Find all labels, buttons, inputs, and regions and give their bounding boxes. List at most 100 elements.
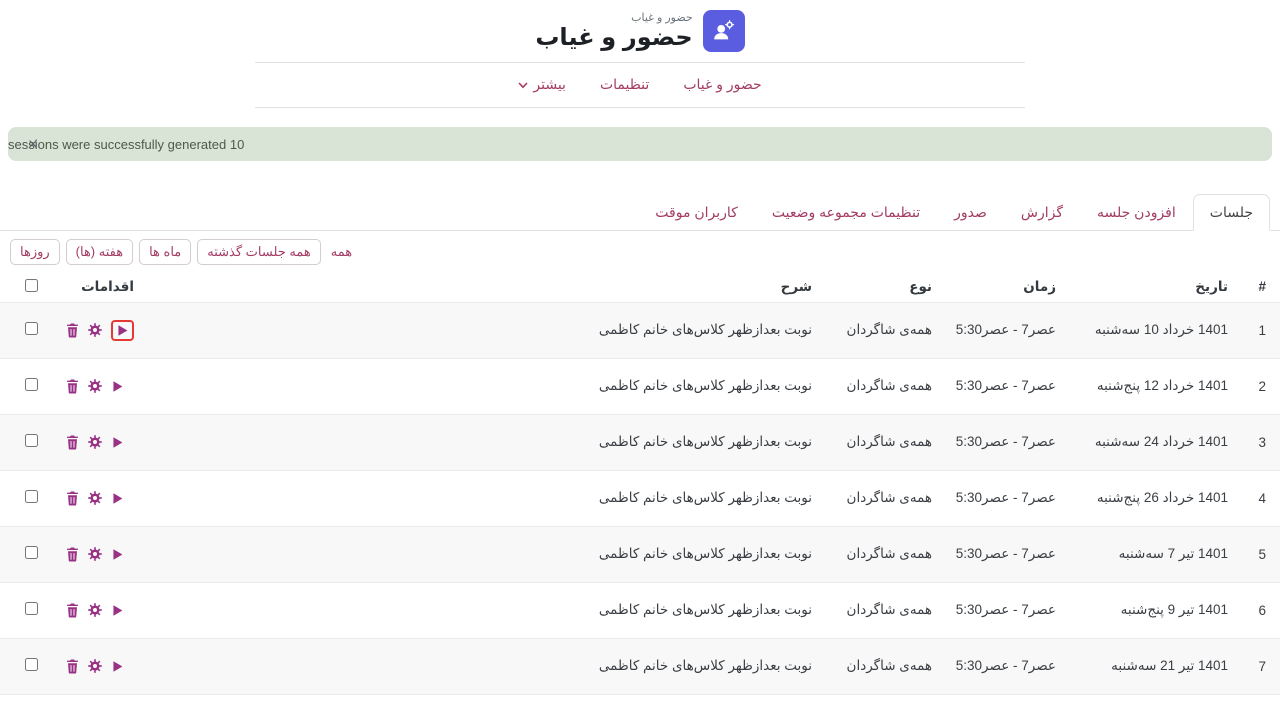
take-attendance-button[interactable] <box>111 436 124 449</box>
session-description: نوبت بعدازظهر کلاس‌های خانم کاظمی <box>148 302 826 358</box>
tab-temporary-users[interactable]: کاربران موقت <box>638 194 755 231</box>
take-attendance-button[interactable] <box>111 380 124 393</box>
play-icon <box>111 380 124 393</box>
row-checkbox[interactable] <box>25 322 38 335</box>
take-attendance-button[interactable] <box>116 324 129 337</box>
session-type: همه‌ی شاگردان <box>826 358 946 414</box>
play-icon <box>116 324 129 337</box>
session-date: پنج‌شنبه‎ 12 خرداد‎ 1401 <box>1070 358 1242 414</box>
session-filters: همه همه جلسات گذشته ماه ها هفته (ها) روز… <box>0 231 1280 272</box>
tab-add-session[interactable]: افزودن جلسه <box>1080 194 1193 231</box>
trash-icon <box>66 379 79 394</box>
close-alert-button[interactable]: × <box>28 136 38 153</box>
trash-icon <box>66 323 79 338</box>
filter-months-button[interactable]: ماه ها <box>139 239 191 265</box>
session-settings-button[interactable] <box>88 659 102 673</box>
row-checkbox[interactable] <box>25 490 38 503</box>
session-actions <box>52 694 148 710</box>
sessions-table: # تاریخ زمان نوع شرح اقدامات 1 سه‌شنبه‎ … <box>0 272 1280 710</box>
row-checkbox[interactable] <box>25 602 38 615</box>
session-actions <box>52 638 148 694</box>
play-icon <box>111 548 124 561</box>
row-checkbox[interactable] <box>25 378 38 391</box>
session-description: نوبت بعدازظهر کلاس‌های خانم کاظمی <box>148 638 826 694</box>
nav-item-settings[interactable]: تنظیمات <box>600 76 649 93</box>
attendance-tab-bar: جلسات افزودن جلسه گزارش صدور تنظیمات مجم… <box>0 194 1280 231</box>
session-settings-button[interactable] <box>88 379 102 393</box>
session-settings-button[interactable] <box>88 491 102 505</box>
session-time-text: 5:30عصر‎ - 7عصر <box>956 658 1056 673</box>
session-date: سه‌شنبه‎ 24 خرداد‎ 1401 <box>1070 414 1242 470</box>
session-type: همه‌ی شاگردان <box>826 414 946 470</box>
row-number: 4 <box>1242 470 1280 526</box>
delete-session-button[interactable] <box>66 379 79 394</box>
table-header-row: # تاریخ زمان نوع شرح اقدامات <box>0 272 1280 302</box>
row-checkbox[interactable] <box>25 434 38 447</box>
session-settings-button[interactable] <box>88 547 102 561</box>
session-type: همه‌ی شاگردان <box>826 638 946 694</box>
col-header-time: زمان <box>946 272 1070 302</box>
row-number: 7 <box>1242 638 1280 694</box>
nav-item-more-label: بیشتر <box>533 76 566 93</box>
filter-days-button[interactable]: روزها <box>10 239 60 265</box>
session-actions <box>52 526 148 582</box>
play-icon <box>111 492 124 505</box>
delete-session-button[interactable] <box>66 491 79 506</box>
trash-icon <box>66 435 79 450</box>
session-settings-button[interactable] <box>88 323 102 337</box>
delete-session-button[interactable] <box>66 603 79 618</box>
gear-icon <box>88 491 102 505</box>
filter-all-past-button[interactable]: همه جلسات گذشته <box>197 239 321 265</box>
session-description: نوبت بعدازظهر کلاس‌های خانم کاظمی <box>148 470 826 526</box>
delete-session-button[interactable] <box>66 323 79 338</box>
session-date-text: سه‌شنبه‎ 7 تیر‎ 1401 <box>1119 546 1228 561</box>
take-attendance-button[interactable] <box>111 548 124 561</box>
table-row: 2 پنج‌شنبه‎ 12 خرداد‎ 1401 5:30عصر‎ - 7ع… <box>0 358 1280 414</box>
session-type: همه‌ی شاگردان <box>826 302 946 358</box>
filter-weeks-button[interactable]: هفته (ها) <box>66 239 133 265</box>
delete-session-button[interactable] <box>66 659 79 674</box>
session-time-text: 5:30عصر‎ - 7عصر <box>956 378 1056 393</box>
gear-icon <box>88 659 102 673</box>
page-title: حضور و غیاب <box>535 25 692 51</box>
take-attendance-button[interactable] <box>111 604 124 617</box>
filter-all-current: همه <box>331 244 352 260</box>
tab-status-set[interactable]: تنظیمات مجموعه وضعیت <box>755 194 937 231</box>
session-type: همه‌ی شاگردان <box>826 694 946 710</box>
take-attendance-button[interactable] <box>111 492 124 505</box>
row-number: 2 <box>1242 358 1280 414</box>
session-date: سه‌شنبه‎ 21 تیر‎ 1401 <box>1070 638 1242 694</box>
table-row: 8 پنج‌شنبه‎ 23 تیر‎ 1401 5:30عصر‎ - 7عصر… <box>0 694 1280 710</box>
delete-session-button[interactable] <box>66 435 79 450</box>
gear-icon <box>88 435 102 449</box>
session-settings-button[interactable] <box>88 435 102 449</box>
row-number: 1 <box>1242 302 1280 358</box>
col-header-type: نوع <box>826 272 946 302</box>
take-attendance-button[interactable] <box>111 660 124 673</box>
row-number: 3 <box>1242 414 1280 470</box>
nav-item-more[interactable]: بیشتر <box>518 76 566 93</box>
person-gear-icon <box>710 17 738 45</box>
session-type: همه‌ی شاگردان <box>826 582 946 638</box>
col-header-date: تاریخ <box>1070 272 1242 302</box>
session-settings-button[interactable] <box>88 603 102 617</box>
delete-session-button[interactable] <box>66 547 79 562</box>
activity-header: حضور و غیاب حضور و غیاب <box>255 10 1025 62</box>
session-time: 5:30عصر‎ - 7عصر <box>946 414 1070 470</box>
select-all-checkbox[interactable] <box>25 279 38 292</box>
tab-sessions[interactable]: جلسات <box>1193 194 1270 231</box>
col-header-select <box>0 272 52 302</box>
session-select <box>0 302 52 358</box>
session-description: نوبت بعدازظهر کلاس‌های خانم کاظمی <box>148 526 826 582</box>
session-select <box>0 358 52 414</box>
tab-export[interactable]: صدور <box>937 194 1004 231</box>
row-checkbox[interactable] <box>25 658 38 671</box>
tab-report[interactable]: گزارش <box>1004 194 1080 231</box>
nav-item-attendance[interactable]: حضور و غیاب <box>683 76 761 93</box>
row-checkbox[interactable] <box>25 546 38 559</box>
session-actions <box>52 358 148 414</box>
table-row: 5 سه‌شنبه‎ 7 تیر‎ 1401 5:30عصر‎ - 7عصر ه… <box>0 526 1280 582</box>
session-type: همه‌ی شاگردان <box>826 470 946 526</box>
session-select <box>0 638 52 694</box>
trash-icon <box>66 547 79 562</box>
